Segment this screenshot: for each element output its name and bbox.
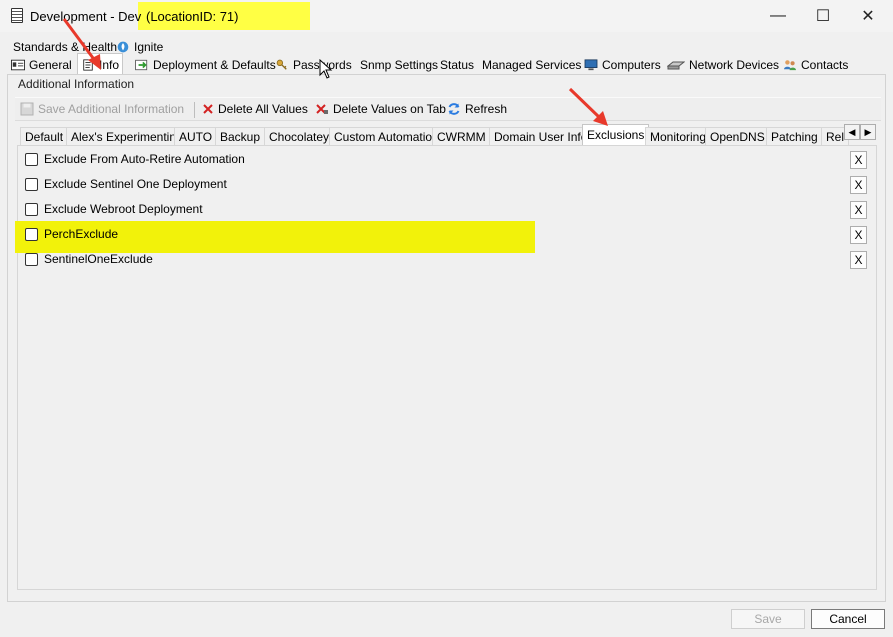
- refresh-icon: [448, 103, 460, 115]
- window-title: Development - Dev: [30, 9, 142, 24]
- main-tabstrip-row-2: General Info Deployment & Defaults Passw…: [0, 53, 893, 75]
- maximize-button[interactable]: ☐: [800, 0, 846, 32]
- location-id-label: (LocationID: 71): [146, 9, 239, 24]
- tab-label: Status: [440, 58, 475, 72]
- tab-label: Snmp Settings: [360, 58, 439, 72]
- tab-passwords[interactable]: Passwords: [272, 56, 355, 74]
- subtab-domain-user-info[interactable]: Domain User Info: [489, 127, 593, 145]
- checkbox[interactable]: [25, 252, 38, 266]
- exclusion-row[interactable]: PerchExclude: [25, 226, 118, 242]
- tab-managed-services[interactable]: Managed Services: [479, 56, 584, 74]
- exclusion-row[interactable]: Exclude Sentinel One Deployment: [25, 176, 227, 192]
- checkbox[interactable]: [25, 177, 38, 191]
- document-icon: [83, 58, 93, 71]
- checkbox-label: Exclude Webroot Deployment: [44, 202, 203, 216]
- subtab-alexs-experimenting[interactable]: Alex's Experimenting: [66, 127, 188, 145]
- toolbar: Save Additional Information Delete All V…: [15, 97, 881, 121]
- tab-label: Ignite: [134, 40, 164, 54]
- clear-value-button[interactable]: X: [850, 226, 867, 244]
- tab-label: Managed Services: [482, 58, 582, 72]
- id-card-icon: [11, 59, 25, 71]
- tab-label: Passwords: [293, 58, 352, 72]
- tab-contacts[interactable]: Contacts: [780, 56, 851, 74]
- checkbox[interactable]: [25, 202, 38, 216]
- close-button[interactable]: ✕: [845, 0, 891, 32]
- exclusion-row[interactable]: Exclude Webroot Deployment: [25, 201, 203, 217]
- checkbox[interactable]: [25, 227, 38, 241]
- tab-general[interactable]: General: [8, 56, 75, 74]
- deploy-arrow-icon: [135, 59, 148, 71]
- minimize-icon: —: [770, 7, 786, 24]
- tab-label: Standards & Health: [13, 40, 118, 54]
- subtab-cwrmm[interactable]: CWRMM: [432, 127, 491, 145]
- title-bar: Development - Dev (LocationID: 71) — ☐ ✕: [0, 0, 893, 32]
- subtab-opendns[interactable]: OpenDNS: [705, 127, 770, 145]
- delete-values-on-tab-button[interactable]: Delete Values on Tab: [315, 102, 446, 116]
- computer-icon: [584, 59, 598, 71]
- sub-tabstrip: Default Alex's Experimenting AUTO Backup…: [17, 124, 877, 146]
- checkbox-label: Exclude Sentinel One Deployment: [44, 177, 227, 191]
- caret-left-icon: ◀: [848, 126, 856, 137]
- tab-snmp-settings[interactable]: Snmp Settings: [357, 56, 441, 74]
- subtab-patching[interactable]: Patching: [766, 127, 823, 145]
- tab-computers[interactable]: Computers: [581, 56, 664, 74]
- checkbox[interactable]: [25, 152, 38, 166]
- toolbar-label: Refresh: [465, 102, 508, 116]
- checkbox-label: Exclude From Auto-Retire Automation: [44, 152, 245, 166]
- ignite-icon: [117, 41, 129, 53]
- subtab-auto[interactable]: AUTO: [174, 127, 218, 145]
- clear-value-button[interactable]: X: [850, 251, 867, 269]
- red-x-icon: [203, 104, 213, 114]
- clear-value-button[interactable]: X: [850, 176, 867, 194]
- tab-label: Deployment & Defaults: [153, 58, 276, 72]
- maximize-icon: ☐: [815, 8, 831, 25]
- tab-status[interactable]: Status: [437, 56, 477, 74]
- toolbar-label: Save Additional Information: [38, 102, 185, 116]
- red-x-tab-icon: [316, 104, 328, 114]
- checkbox-label: PerchExclude: [44, 227, 119, 241]
- subtab-monitoring[interactable]: Monitoring: [645, 127, 712, 145]
- minimize-button[interactable]: —: [755, 0, 801, 32]
- save-button[interactable]: Save: [731, 609, 805, 629]
- tab-scroll-left-button[interactable]: ◀: [844, 124, 860, 140]
- tab-label: Info: [99, 57, 120, 72]
- tab-label: Network Devices: [689, 58, 780, 72]
- main-tabstrip-row-1: Standards & Health Ignite: [0, 37, 893, 55]
- save-disk-icon: [20, 102, 34, 116]
- save-additional-info-button[interactable]: Save Additional Information: [20, 102, 184, 116]
- tab-deployment-defaults[interactable]: Deployment & Defaults: [132, 56, 279, 74]
- subtab-custom-automation[interactable]: Custom Automation: [329, 127, 444, 145]
- subtab-chocolatey[interactable]: Chocolatey: [264, 127, 335, 145]
- tab-label: General: [29, 58, 72, 72]
- clear-value-button[interactable]: X: [850, 151, 867, 169]
- toolbar-label: Delete Values on Tab: [333, 102, 446, 116]
- toolbar-separator: [194, 102, 195, 118]
- tab-label: Contacts: [801, 58, 849, 72]
- group-label: Additional Information: [18, 77, 135, 91]
- exclusion-row[interactable]: Exclude From Auto-Retire Automation: [25, 151, 245, 167]
- toolbar-label: Delete All Values: [218, 102, 308, 116]
- contacts-icon: [784, 60, 796, 71]
- clear-value-button[interactable]: X: [850, 201, 867, 219]
- subtab-exclusions[interactable]: Exclusions: [582, 124, 650, 146]
- key-icon: [276, 59, 287, 70]
- caret-right-icon: ▶: [864, 126, 872, 137]
- refresh-button[interactable]: Refresh: [447, 102, 507, 116]
- tab-info[interactable]: Info: [77, 53, 124, 75]
- subtab-default[interactable]: Default: [20, 127, 69, 145]
- tab-network-devices[interactable]: Network Devices: [664, 56, 782, 74]
- delete-all-values-button[interactable]: Delete All Values: [202, 102, 308, 116]
- cancel-button[interactable]: Cancel: [811, 609, 885, 629]
- app-document-icon: [11, 8, 23, 23]
- tab-label: Computers: [602, 58, 661, 72]
- subtab-backup[interactable]: Backup: [215, 127, 266, 145]
- checkbox-label: SentinelOneExclude: [44, 252, 153, 266]
- exclusion-row[interactable]: SentinelOneExclude: [25, 251, 153, 267]
- network-device-icon: [667, 61, 685, 70]
- tab-scroll-right-button[interactable]: ▶: [860, 124, 876, 140]
- close-icon: ✕: [861, 8, 875, 25]
